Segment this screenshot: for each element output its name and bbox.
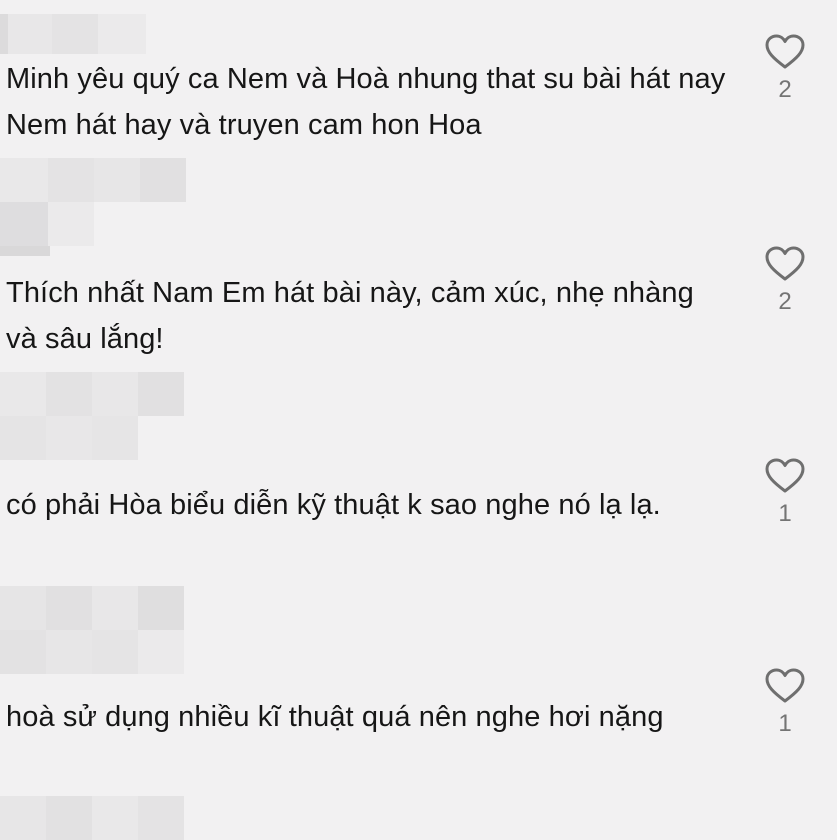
heart-outline-icon (765, 246, 805, 281)
like-count: 2 (778, 76, 792, 103)
comment-text: Minh yêu quý ca Nem và Hoà nhung that su… (6, 63, 726, 141)
comment-text: có phải Hòa biểu diễn kỹ thuật k sao ngh… (6, 489, 661, 521)
blurred-username (0, 14, 146, 54)
like-button[interactable]: 1 (760, 458, 810, 528)
like-count: 2 (778, 288, 792, 315)
blurred-username (0, 158, 186, 246)
like-button[interactable]: 2 (760, 34, 810, 104)
heart-outline-icon (765, 668, 805, 703)
heart-outline-icon (765, 458, 805, 493)
like-count: 1 (778, 710, 792, 737)
blurred-divider (0, 246, 50, 256)
blurred-username (0, 372, 184, 460)
like-button[interactable]: 2 (760, 246, 810, 316)
heart-outline-icon (765, 34, 805, 69)
like-count: 1 (778, 500, 792, 527)
blurred-username (0, 586, 184, 674)
comment-text: hoà sử dụng nhiều kĩ thuật quá nên nghe … (6, 701, 664, 733)
blurred-username (0, 796, 184, 840)
comment-text: Thích nhất Nam Em hát bài này, cảm xúc, … (6, 277, 694, 355)
like-button[interactable]: 1 (760, 668, 810, 738)
